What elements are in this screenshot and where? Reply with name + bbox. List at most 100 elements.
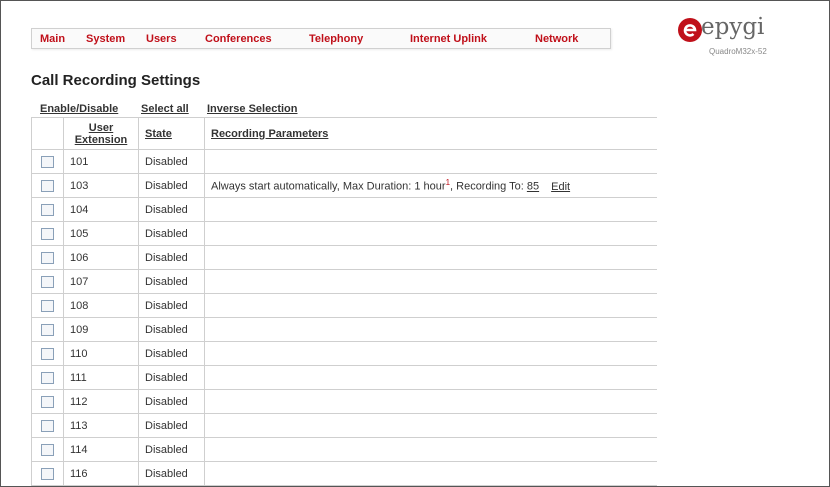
row-select-cell [31,341,64,366]
table-row[interactable]: 109 Disabled [31,317,657,342]
recording-settings-table: User Extension State Recording Parameter… [31,117,657,486]
state-cell: Disabled [138,389,205,414]
row-checkbox[interactable] [41,179,54,192]
menu-item-internet-uplink[interactable]: Internet Uplink [410,33,487,45]
table-row[interactable]: 111 Disabled [31,365,657,390]
row-select-cell [31,269,64,294]
row-checkbox[interactable] [41,203,54,216]
row-select-cell [31,245,64,270]
table-row[interactable]: 110 Disabled [31,341,657,366]
select-all-link[interactable]: Select all [141,103,189,115]
row-checkbox[interactable] [41,419,54,432]
edit-link[interactable]: Edit [551,181,570,193]
select-column-header [31,117,64,150]
menu-item-network[interactable]: Network [535,33,578,45]
table-row[interactable]: 107 Disabled [31,269,657,294]
recording-params-cell [204,197,657,222]
params-column-header[interactable]: Recording Parameters [204,117,657,150]
table-row[interactable]: 101 Disabled [31,149,657,174]
state-cell: Disabled [138,293,205,318]
row-select-cell [31,437,64,462]
extension-cell: 105 [63,221,139,246]
recording-to-extension-link[interactable]: 85 [527,181,539,193]
table-row[interactable]: 106 Disabled [31,245,657,270]
recording-params-cell [204,389,657,414]
table-row[interactable]: 112 Disabled [31,389,657,414]
recording-table-container: User Extension State Recording Parameter… [31,117,657,487]
row-checkbox[interactable] [41,227,54,240]
state-column-header[interactable]: State [138,117,205,150]
recording-params-cell [204,293,657,318]
row-checkbox[interactable] [41,371,54,384]
main-menu-bar: Main System Users Conferences Telephony … [31,28,611,49]
recording-params-cell [204,413,657,438]
extension-cell: 113 [63,413,139,438]
row-checkbox[interactable] [41,275,54,288]
row-checkbox[interactable] [41,299,54,312]
row-select-cell [31,365,64,390]
extension-cell: 106 [63,245,139,270]
extension-column-header[interactable]: User Extension [63,117,139,150]
page-title: Call Recording Settings [31,72,201,89]
state-cell: Disabled [138,437,205,462]
row-checkbox[interactable] [41,443,54,456]
recording-params-cell [204,341,657,366]
recording-params-cell [204,149,657,174]
menu-item-conferences[interactable]: Conferences [205,33,272,45]
recording-params-cell [204,269,657,294]
table-row[interactable]: 104 Disabled [31,197,657,222]
extension-cell: 108 [63,293,139,318]
row-select-cell [31,461,64,486]
state-cell: Disabled [138,365,205,390]
inverse-selection-link[interactable]: Inverse Selection [207,103,298,115]
state-cell: Disabled [138,245,205,270]
extension-cell: 116 [63,461,139,486]
recording-params-cell [204,245,657,270]
extension-header-line1: User [88,121,114,134]
recording-params-cell [204,461,657,486]
extension-header-line2: Extension [74,133,128,146]
table-row[interactable]: 103 Disabled Always start automatically, M… [31,173,657,198]
extension-cell: 101 [63,149,139,174]
recording-params-cell [204,437,657,462]
table-row[interactable]: 116 Disabled [31,461,657,486]
row-checkbox[interactable] [41,347,54,360]
state-cell: Disabled [138,317,205,342]
menu-item-main[interactable]: Main [40,33,65,45]
page-frame: Main System Users Conferences Telephony … [0,0,830,487]
row-checkbox[interactable] [41,155,54,168]
extension-cell: 107 [63,269,139,294]
extension-cell: 112 [63,389,139,414]
extension-cell: 103 [63,173,139,198]
table-row[interactable]: 113 Disabled [31,413,657,438]
menu-item-telephony[interactable]: Telephony [309,33,363,45]
row-select-cell [31,149,64,174]
state-header-label: State [145,127,172,140]
enable-disable-link[interactable]: Enable/Disable [40,103,118,115]
recording-to-label: , Recording To: [450,180,524,193]
recording-params-cell: Always start automatically, Max Duration… [204,173,657,198]
epygi-logo: epygi QuadroM32x-52 [677,11,812,56]
menu-item-system[interactable]: System [86,33,125,45]
row-checkbox[interactable] [41,251,54,264]
extension-cell: 111 [63,365,139,390]
state-cell: Disabled [138,197,205,222]
row-checkbox[interactable] [41,467,54,480]
menu-item-users[interactable]: Users [146,33,177,45]
state-cell: Disabled [138,413,205,438]
recording-params-cell [204,221,657,246]
table-row[interactable]: 108 Disabled [31,293,657,318]
table-row[interactable]: 105 Disabled [31,221,657,246]
row-select-cell [31,317,64,342]
logo-wordmark: epygi [701,14,765,40]
row-checkbox[interactable] [41,323,54,336]
state-cell: Disabled [138,341,205,366]
row-checkbox[interactable] [41,395,54,408]
extension-cell: 104 [63,197,139,222]
state-cell: Disabled [138,173,205,198]
extension-cell: 114 [63,437,139,462]
device-model-label: QuadroM32x-52 [709,47,767,56]
row-select-cell [31,293,64,318]
table-row[interactable]: 114 Disabled [31,437,657,462]
state-cell: Disabled [138,149,205,174]
